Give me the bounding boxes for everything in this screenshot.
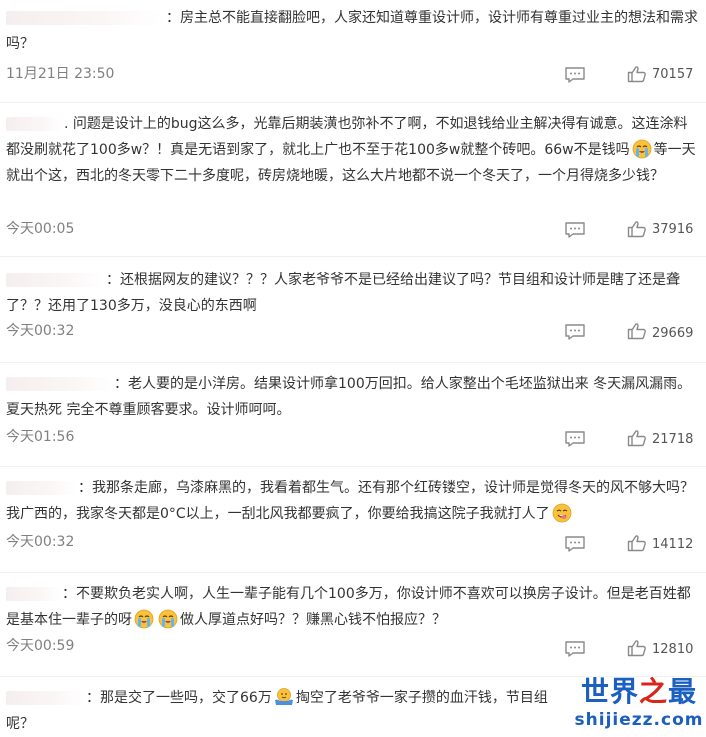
watermark-title-b: 之 (638, 675, 668, 708)
like-count: 37916 (652, 222, 694, 237)
comment-body: ：不要欺负老实人啊，人生一辈子能有几个100多万，你设计师不喜欢可以换房子设计。… (6, 581, 701, 633)
divider (0, 362, 706, 363)
comment-text: ：还根据网友的建议？？？人家老爷爷不是已经给出建议了吗？节目组和设计师是瞎了还是… (6, 272, 680, 314)
comment-icon[interactable] (564, 66, 586, 84)
comment-body: ：还根据网友的建议？？？人家老爷爷不是已经给出建议了吗？节目组和设计师是瞎了还是… (6, 267, 701, 319)
comment-time: 今天00:59 (6, 638, 75, 654)
like-count: 14112 (652, 537, 694, 552)
comment-text: . 问题是设计上的bug这么多，光靠后期装潢也弥补不了啊，不如退钱给业主解决得有… (6, 116, 688, 158)
thumbs-up-icon[interactable] (627, 639, 647, 657)
divider (0, 572, 706, 573)
username-blurred[interactable] (6, 377, 114, 391)
watermark-title-c: 最 (668, 675, 698, 708)
shrug-emoji (274, 687, 294, 707)
watermark-title-a: 世界 (580, 675, 639, 708)
thumbs-up-icon[interactable] (627, 220, 647, 238)
username-blurred[interactable] (6, 587, 62, 601)
like-count: 29669 (652, 326, 694, 341)
comment-icon[interactable] (564, 323, 586, 341)
thumbs-up-icon[interactable] (627, 429, 647, 447)
username-blurred[interactable] (6, 481, 78, 495)
username-blurred[interactable] (6, 117, 64, 131)
comment-icon[interactable] (564, 221, 586, 239)
comment-body-continued: 呢？ (6, 711, 66, 737)
drooling-face-emoji (552, 503, 572, 523)
comment-time: 今天00:32 (6, 323, 75, 339)
divider (0, 466, 706, 467)
crying-face-emoji (158, 609, 178, 629)
comment-text: 做人厚道点好吗？？赚黑心钱不怕报应？？ (180, 612, 446, 628)
like-count: 70157 (652, 67, 694, 82)
comment-icon[interactable] (564, 535, 586, 553)
comment-time: 今天00:05 (6, 221, 75, 237)
comment-body: ：那是交了一些吗，交了66万 掏空了老爷爷一家子攒的血汗钱，节目组 (6, 685, 576, 711)
comment-text: ：我那条走廊，乌漆麻黑的，我看着都生气。还有那个红砖镂空，设计师是觉得冬天的风不… (6, 480, 694, 522)
comment-icon[interactable] (564, 430, 586, 448)
comment-text: 掏空了老爷爷一家子攒的血汗钱，节目组 (295, 690, 548, 706)
thumbs-up-icon[interactable] (627, 65, 647, 83)
comment-body: ：房主总不能直接翻脸吧，人家还知道尊重设计师，设计师有尊重过业主的想法和需求吗？ (6, 5, 701, 57)
comment-body: . 问题是设计上的bug这么多，光靠后期装潢也弥补不了啊，不如退钱给业主解决得有… (6, 111, 701, 189)
username-blurred[interactable] (6, 273, 106, 287)
comment-time: 今天00:32 (6, 534, 75, 550)
comment-time: 今天01:56 (6, 429, 75, 445)
comment-body: ：老人要的是小洋房。结果设计师拿100万回扣。给人家整出个毛坯监狱出来 冬天漏风… (6, 371, 701, 423)
like-count: 12810 (652, 642, 694, 657)
crying-face-emoji (632, 139, 652, 159)
thumbs-up-icon[interactable] (627, 534, 647, 552)
username-blurred[interactable] (6, 691, 86, 705)
site-watermark: 世界之最 shijiezz.com (574, 674, 704, 736)
divider (0, 102, 706, 103)
comment-text: ：那是交了一些吗，交了66万 (86, 690, 272, 706)
watermark-url: shijiezz.com (574, 710, 704, 730)
watermark-title: 世界之最 (574, 674, 704, 710)
crying-face-emoji (134, 609, 154, 629)
comment-time: 11月21日 23:50 (6, 66, 115, 82)
comment-text: 呢？ (6, 716, 34, 732)
username-blurred[interactable] (6, 11, 166, 25)
comment-body: ：我那条走廊，乌漆麻黑的，我看着都生气。还有那个红砖镂空，设计师是觉得冬天的风不… (6, 475, 701, 527)
divider (0, 256, 706, 257)
like-count: 21718 (652, 432, 694, 447)
comment-icon[interactable] (564, 640, 586, 658)
thumbs-up-icon[interactable] (627, 322, 647, 340)
